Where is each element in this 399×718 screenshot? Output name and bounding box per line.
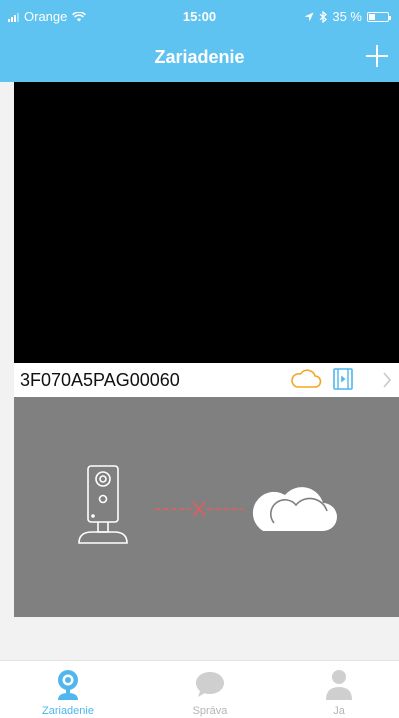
device-offline-panel[interactable] xyxy=(14,397,399,617)
offline-illustration xyxy=(78,465,337,544)
tab-label: Zariadenie xyxy=(42,705,94,717)
tab-ja[interactable]: Ja xyxy=(289,661,389,718)
battery-percent: 35 % xyxy=(332,9,362,24)
disconnected-x-icon xyxy=(155,501,243,517)
person-icon xyxy=(326,670,352,700)
cloud-icon xyxy=(252,487,337,531)
location-arrow-icon xyxy=(304,12,314,21)
status-bar: Orange 15:00 35 % xyxy=(0,0,399,32)
battery-level xyxy=(369,13,376,20)
chevron-right-icon[interactable] xyxy=(382,371,392,389)
page-title: Zariadenie xyxy=(154,47,245,67)
device-row[interactable]: 3F070A5PAG00060 xyxy=(14,363,399,397)
chat-bubble-icon xyxy=(196,672,224,697)
top-bar: Orange 15:00 35 % Zariadenie xyxy=(0,0,399,82)
tab-bar: Zariadenie Správa Ja xyxy=(0,660,399,718)
tab-sprava[interactable]: Správa xyxy=(160,661,260,718)
camera-icon xyxy=(58,670,78,700)
camera-icon xyxy=(78,465,128,544)
add-device-button[interactable] xyxy=(363,42,391,70)
status-right: 35 % xyxy=(304,9,391,24)
video-preview[interactable] xyxy=(14,82,399,363)
cloud-icon[interactable] xyxy=(290,368,322,390)
battery-icon xyxy=(367,11,391,22)
device-serial: 3F070A5PAG00060 xyxy=(20,370,180,390)
tab-zariadenie[interactable]: Zariadenie xyxy=(18,661,118,718)
tab-label: Správa xyxy=(192,705,228,717)
bluetooth-icon xyxy=(319,10,328,23)
playback-icon[interactable] xyxy=(333,368,353,390)
tab-label: Ja xyxy=(333,705,345,717)
